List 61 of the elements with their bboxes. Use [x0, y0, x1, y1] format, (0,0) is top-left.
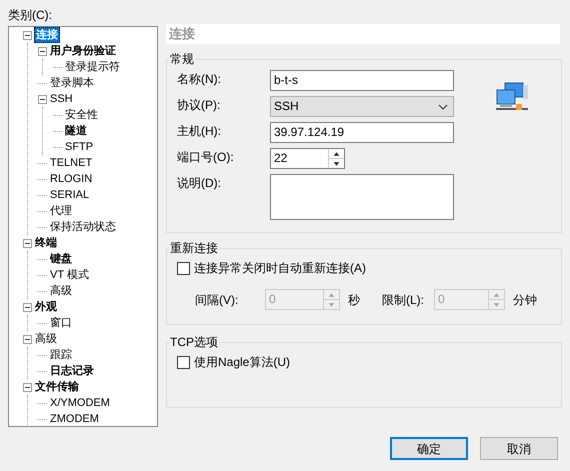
tree-item[interactable]: 用户身份验证: [49, 44, 117, 58]
tree-item[interactable]: ZMODEM: [49, 412, 100, 426]
panel-title: 连接: [166, 24, 560, 44]
tree-item[interactable]: 高级: [49, 284, 73, 298]
tree-item[interactable]: 登录提示符: [64, 60, 121, 74]
tree-item[interactable]: 外观: [34, 300, 58, 314]
tree-item[interactable]: SSH: [49, 92, 74, 106]
tree-item[interactable]: SERIAL: [49, 188, 90, 202]
collapse-icon[interactable]: [23, 334, 32, 344]
collapse-icon[interactable]: [38, 94, 47, 104]
tree-item[interactable]: SFTP: [64, 140, 94, 154]
group-title: 重新连接: [170, 241, 218, 255]
category-tree[interactable]: 连接 用户身份验证 登录提示符 登录脚本 SSH 安全性 隧道 SFTP TELNET RLOGIN SERIAL 代理 保持活动状态 终端 键盘 VT 模式 高级 外观 窗口 高级 跟踪 日志记录 文件传输 X/YMODEM ZMODEM: [8, 26, 158, 427]
description-field[interactable]: [270, 174, 454, 220]
field-label: 间隔(V):: [195, 292, 240, 308]
collapse-icon[interactable]: [23, 238, 32, 248]
tree-item[interactable]: 连接: [34, 27, 60, 43]
tree-item[interactable]: 安全性: [64, 108, 99, 122]
field-label: 协议(P):: [177, 97, 222, 114]
protocol-dropdown[interactable]: SSH: [270, 96, 454, 117]
spin-down-icon[interactable]: [329, 158, 344, 168]
field-label: 端口号(O):: [177, 149, 235, 166]
text-field[interactable]: b-t-s: [270, 70, 454, 91]
checkbox-label: 连接异常关闭时自动重新连接(A): [194, 260, 366, 277]
collapse-icon[interactable]: [23, 30, 32, 40]
checkbox[interactable]: [177, 356, 190, 368]
tree-item[interactable]: 登录脚本: [49, 76, 95, 90]
tree-item[interactable]: 终端: [34, 236, 58, 250]
checkbox-label: 使用Nagle算法(U): [194, 354, 290, 371]
tree-item[interactable]: 代理: [49, 204, 73, 218]
tree-item[interactable]: VT 模式: [49, 268, 90, 282]
tree-item[interactable]: 键盘: [49, 252, 73, 266]
collapse-icon[interactable]: [23, 302, 32, 312]
network-computers-icon: [495, 82, 529, 112]
collapse-icon[interactable]: [38, 46, 47, 56]
cancel-button[interactable]: 取消: [480, 437, 558, 460]
field-label: 主机(H):: [177, 123, 222, 140]
tree-item[interactable]: 保持活动状态: [49, 220, 117, 234]
field-label: 限制(L):: [382, 292, 425, 308]
chevron-down-icon: [438, 104, 448, 110]
ok-button[interactable]: 确定: [390, 437, 468, 460]
text-field[interactable]: 39.97.124.19: [270, 122, 454, 143]
tree-item[interactable]: 隧道: [64, 124, 88, 138]
group-title: TCP选项: [170, 335, 218, 349]
checkbox[interactable]: [177, 262, 190, 274]
tree-item[interactable]: 跟踪: [49, 348, 73, 362]
field-label: 说明(D):: [177, 175, 222, 192]
unit-label: 分钟: [513, 292, 537, 308]
category-label: 类别(C):: [8, 7, 53, 24]
group-title: 常规: [170, 52, 194, 66]
tree-item[interactable]: TELNET: [49, 156, 94, 170]
tree-item[interactable]: 文件传输: [34, 380, 80, 394]
collapse-icon[interactable]: [23, 382, 32, 392]
tree-item[interactable]: 高级: [34, 332, 58, 346]
tree-item[interactable]: 日志记录: [49, 364, 95, 378]
tree-item[interactable]: RLOGIN: [49, 172, 94, 186]
tree-item[interactable]: 窗口: [49, 316, 73, 330]
unit-label: 秒: [348, 292, 361, 308]
field-label: 名称(N):: [177, 71, 222, 88]
tree-item[interactable]: X/YMODEM: [49, 396, 111, 410]
spinner-field[interactable]: 22: [270, 148, 345, 169]
